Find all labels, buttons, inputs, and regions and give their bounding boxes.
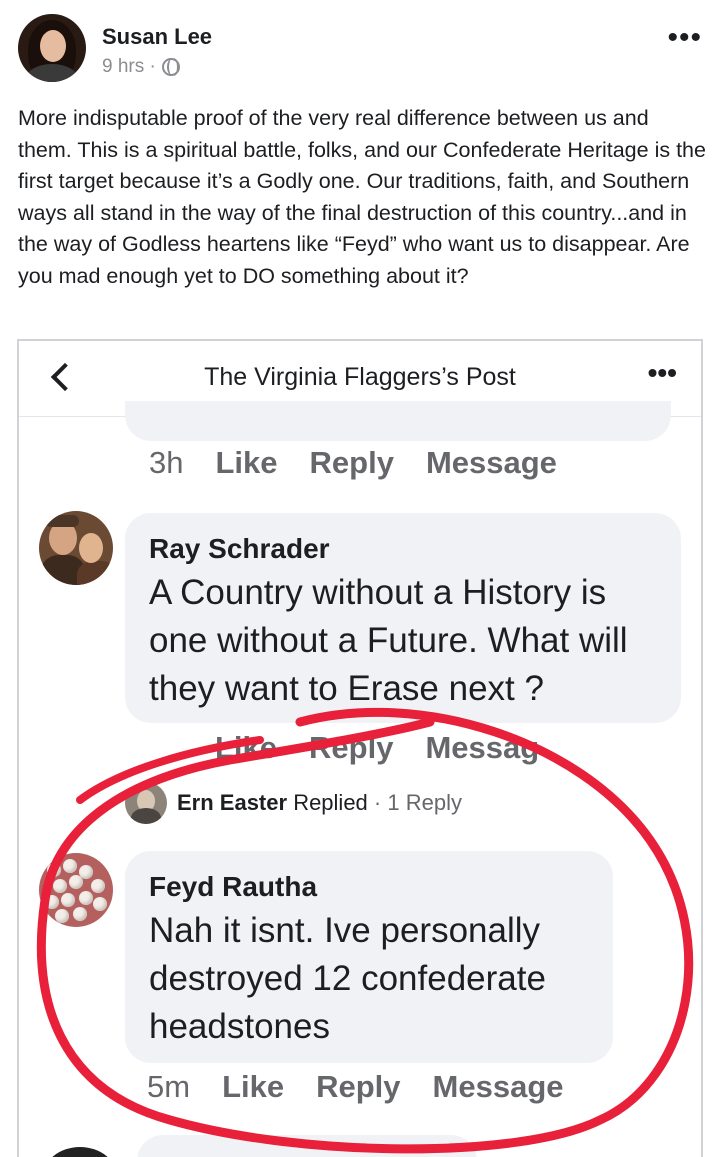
- post-header: Susan Lee 9 hrs · •••: [18, 14, 708, 84]
- comment-bubble: Ray Schrader A Country without a History…: [125, 513, 681, 723]
- reply-link: Reply: [309, 730, 394, 765]
- comment-actions: 5m Like Reply Message: [147, 1069, 596, 1105]
- next-comment-bubble: [137, 1135, 477, 1157]
- avatar: [125, 782, 167, 824]
- post-meta: 9 hrs ·: [102, 56, 180, 78]
- post-time[interactable]: 9 hrs ·: [102, 56, 156, 78]
- globe-icon: [161, 58, 180, 76]
- more-options-icon: •••: [647, 357, 677, 388]
- reply-count: · 1 Reply: [373, 790, 462, 815]
- avatar: [39, 853, 113, 927]
- reply-link: Reply: [316, 1069, 401, 1104]
- author-name[interactable]: Susan Lee: [102, 24, 212, 50]
- embedded-screenshot: The Virginia Flaggers’s Post ••• 3h Like…: [17, 339, 703, 1157]
- comment-time: 5m: [147, 1069, 191, 1104]
- screenshot-title: The Virginia Flaggers’s Post: [204, 363, 516, 391]
- more-options-icon[interactable]: •••: [667, 23, 702, 53]
- comment-bubble: Feyd Rautha Nah it isnt. Ive personally …: [125, 851, 613, 1063]
- comment-text: A Country without a History is one witho…: [149, 573, 628, 708]
- like-link: Like: [215, 445, 278, 480]
- message-link: Message: [432, 1069, 564, 1104]
- previous-comment-actions: 3h Like Reply Message: [149, 445, 589, 481]
- message-link: Message: [425, 445, 557, 480]
- reply-link: Reply: [309, 445, 394, 480]
- message-link: Messag: [425, 730, 540, 765]
- commenter-name: Ray Schrader: [149, 533, 330, 564]
- like-link: Like: [222, 1069, 285, 1104]
- avatar: [39, 511, 113, 585]
- replies-summary: Ern Easter Replied · 1 Reply: [125, 782, 462, 824]
- replied-label: Replied: [293, 790, 368, 815]
- commenter-name: Feyd Rautha: [149, 871, 318, 902]
- replier-name: Ern Easter: [177, 790, 288, 815]
- like-link: Like: [215, 730, 278, 765]
- comment-actions: Like Reply Messag: [215, 730, 571, 766]
- avatar: [43, 1147, 117, 1157]
- previous-comment-bubble: [125, 401, 671, 441]
- post-text: More indisputable proof of the very real…: [18, 106, 706, 288]
- avatar[interactable]: [18, 14, 86, 82]
- comment-time: 3h: [149, 445, 184, 480]
- comment-text: Nah it isnt. Ive personally destroyed 12…: [149, 911, 546, 1046]
